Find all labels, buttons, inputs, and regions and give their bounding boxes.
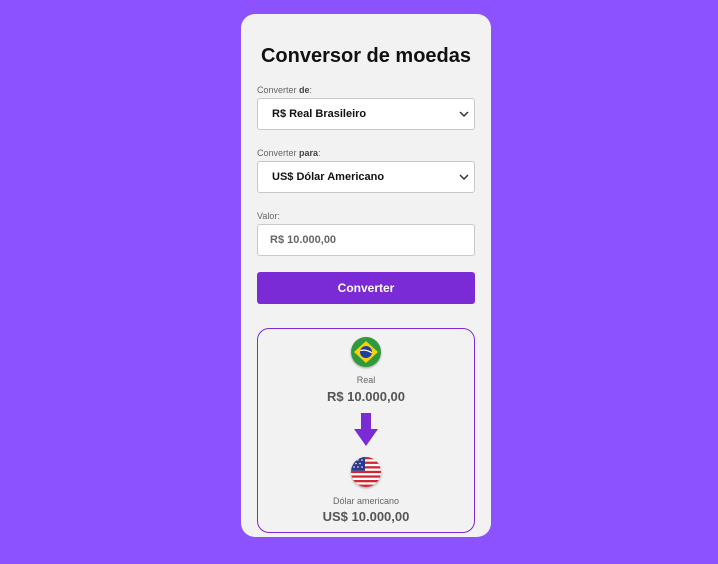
to-currency-value: US$ Dólar Americano bbox=[272, 171, 385, 183]
amount-label: Valor: bbox=[257, 211, 280, 221]
to-currency-select[interactable]: US$ Dólar Americano bbox=[257, 161, 475, 193]
amount-field: Valor: bbox=[257, 211, 475, 256]
source-currency-name: Real bbox=[356, 375, 376, 385]
converter-card: Conversor de moedas Converter de: R$ Rea… bbox=[241, 14, 491, 537]
from-currency-select[interactable]: R$ Real Brasileiro bbox=[257, 98, 475, 130]
to-field: Converter para: US$ Dólar Americano bbox=[257, 148, 475, 193]
chevron-down-icon bbox=[459, 174, 469, 181]
page-title: Conversor de moedas bbox=[260, 45, 472, 67]
source-currency-value: R$ 10.000,00 bbox=[326, 389, 406, 404]
from-currency-value: R$ Real Brasileiro bbox=[272, 108, 367, 120]
target-currency-value: US$ 10.000,00 bbox=[322, 509, 410, 524]
arrow-down-icon bbox=[354, 413, 378, 446]
convert-button[interactable]: Converter bbox=[257, 272, 475, 304]
result-panel: Real R$ 10.000,00 Dólar americano US$ 10… bbox=[257, 328, 475, 533]
target-currency-name: Dólar americano bbox=[332, 496, 400, 506]
from-field: Converter de: R$ Real Brasileiro bbox=[257, 85, 475, 130]
from-label: Converter de: bbox=[257, 85, 313, 95]
chevron-down-icon bbox=[459, 111, 469, 118]
to-label: Converter para: bbox=[257, 148, 321, 158]
brazil-flag-icon bbox=[351, 337, 381, 367]
usa-flag-icon bbox=[351, 457, 381, 487]
amount-input[interactable] bbox=[257, 224, 475, 256]
